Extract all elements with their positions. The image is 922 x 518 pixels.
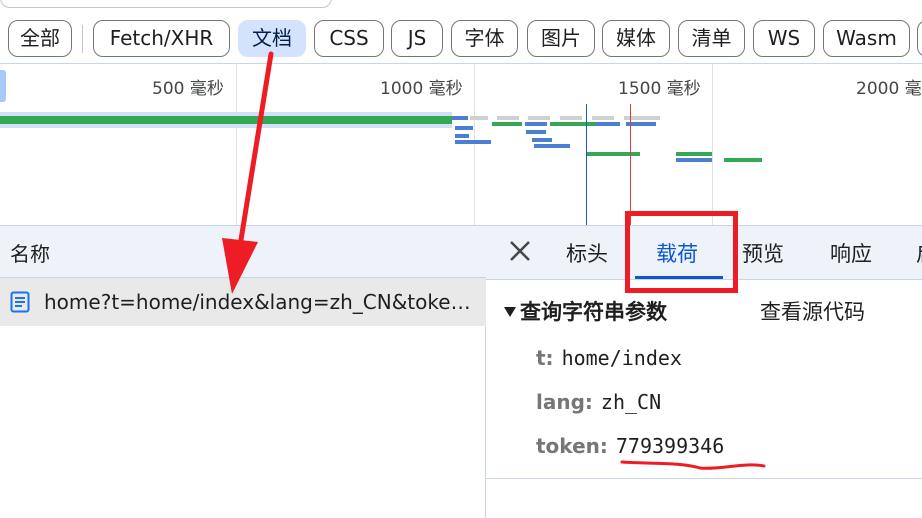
request-bar-blue xyxy=(532,138,552,142)
request-bar-blue xyxy=(676,158,712,162)
request-bar-green xyxy=(0,116,452,124)
request-list-pane: 名称 home?t=home/index&lang=zh_CN&token=77… xyxy=(0,226,486,518)
filter-fetch-xhr-chip[interactable]: Fetch/XHR xyxy=(93,20,230,57)
filter-font-chip[interactable]: 字体 xyxy=(451,20,518,57)
grid-line xyxy=(474,64,475,225)
tab-initiator[interactable]: 启 xyxy=(916,238,922,268)
param-key: lang: xyxy=(536,390,593,414)
request-bar-blue xyxy=(534,144,570,148)
param-row-t: t: home/index xyxy=(536,346,682,370)
param-value: 779399346 xyxy=(615,434,725,458)
overview-drag-handle[interactable] xyxy=(0,70,6,102)
param-row-token: token: 779399346 xyxy=(536,434,724,458)
param-value: home/index xyxy=(561,346,682,370)
request-bar-grey xyxy=(592,116,614,120)
request-bar-blue xyxy=(596,122,620,126)
param-value: zh_CN xyxy=(600,390,662,414)
close-icon[interactable] xyxy=(506,237,534,265)
request-row[interactable]: home?t=home/index&lang=zh_CN&token=77939… xyxy=(0,278,486,326)
param-key: token: xyxy=(536,434,608,458)
document-icon xyxy=(10,291,30,313)
payload-tab-highlight-box xyxy=(625,211,738,293)
filter-ws-chip[interactable]: WS xyxy=(753,20,815,57)
tick-1000ms: 1000 毫秒 xyxy=(380,79,463,99)
triangle-down-icon xyxy=(504,307,516,317)
request-bar-blue xyxy=(525,122,547,126)
tick-2000ms: 2000 毫秒 xyxy=(856,79,922,99)
filter-media-chip[interactable]: 媒体 xyxy=(602,20,670,57)
tick-1500ms: 1500 毫秒 xyxy=(618,79,701,99)
name-column-label: 名称 xyxy=(10,242,50,266)
filter-separator xyxy=(82,25,83,53)
request-bar-blue xyxy=(452,116,468,120)
grid-line xyxy=(236,64,237,225)
filter-manifest-chip[interactable]: 清单 xyxy=(678,20,745,57)
network-overview-timeline[interactable]: 500 毫秒 1000 毫秒 1500 毫秒 2000 毫秒 xyxy=(0,63,922,226)
filter-image-chip[interactable]: 图片 xyxy=(527,20,595,57)
view-source-button[interactable]: 查看源代码 xyxy=(760,296,865,326)
dom-content-loaded-line xyxy=(586,104,587,225)
request-bar-grey xyxy=(528,116,550,120)
request-bar-grey xyxy=(497,116,519,120)
name-column-header[interactable]: 名称 xyxy=(0,226,486,278)
param-key: t: xyxy=(536,346,554,370)
query-string-section-title: 查询字符串参数 xyxy=(520,300,667,324)
request-bar-blue xyxy=(455,134,469,138)
filter-all-chip[interactable]: 全部 xyxy=(8,20,72,57)
section-divider xyxy=(486,478,922,479)
filter-search-input[interactable] xyxy=(0,0,332,8)
tab-headers[interactable]: 标头 xyxy=(566,238,608,268)
tab-response[interactable]: 响应 xyxy=(830,238,872,268)
tab-preview[interactable]: 预览 xyxy=(742,238,784,268)
request-bar-blue xyxy=(455,126,473,130)
request-bar-green xyxy=(586,152,640,156)
filter-other-chip[interactable] xyxy=(917,20,922,57)
tick-500ms: 500 毫秒 xyxy=(152,79,224,99)
request-bar-green xyxy=(724,158,762,162)
filter-doc-chip[interactable]: 文档 xyxy=(238,20,306,57)
request-bar-grey xyxy=(560,116,582,120)
request-bar-green xyxy=(492,122,522,126)
request-type-filter-bar: 全部 Fetch/XHR 文档 CSS JS 字体 图片 媒体 清单 WS Wa… xyxy=(0,17,922,63)
filter-css-chip[interactable]: CSS xyxy=(314,20,384,57)
filter-js-chip[interactable]: JS xyxy=(391,20,443,57)
request-bar-blue xyxy=(455,140,491,144)
request-bar-green xyxy=(676,152,712,156)
request-bar-grey xyxy=(470,116,488,120)
query-string-section-toggle[interactable]: 查询字符串参数 xyxy=(504,296,667,326)
load-event-line xyxy=(630,104,631,225)
request-name: home?t=home/index&lang=zh_CN&token=77939… xyxy=(44,290,478,314)
param-row-lang: lang: zh_CN xyxy=(536,390,661,414)
grid-line xyxy=(712,64,713,225)
filter-wasm-chip[interactable]: Wasm xyxy=(823,20,910,57)
request-bar-blue xyxy=(526,130,546,134)
